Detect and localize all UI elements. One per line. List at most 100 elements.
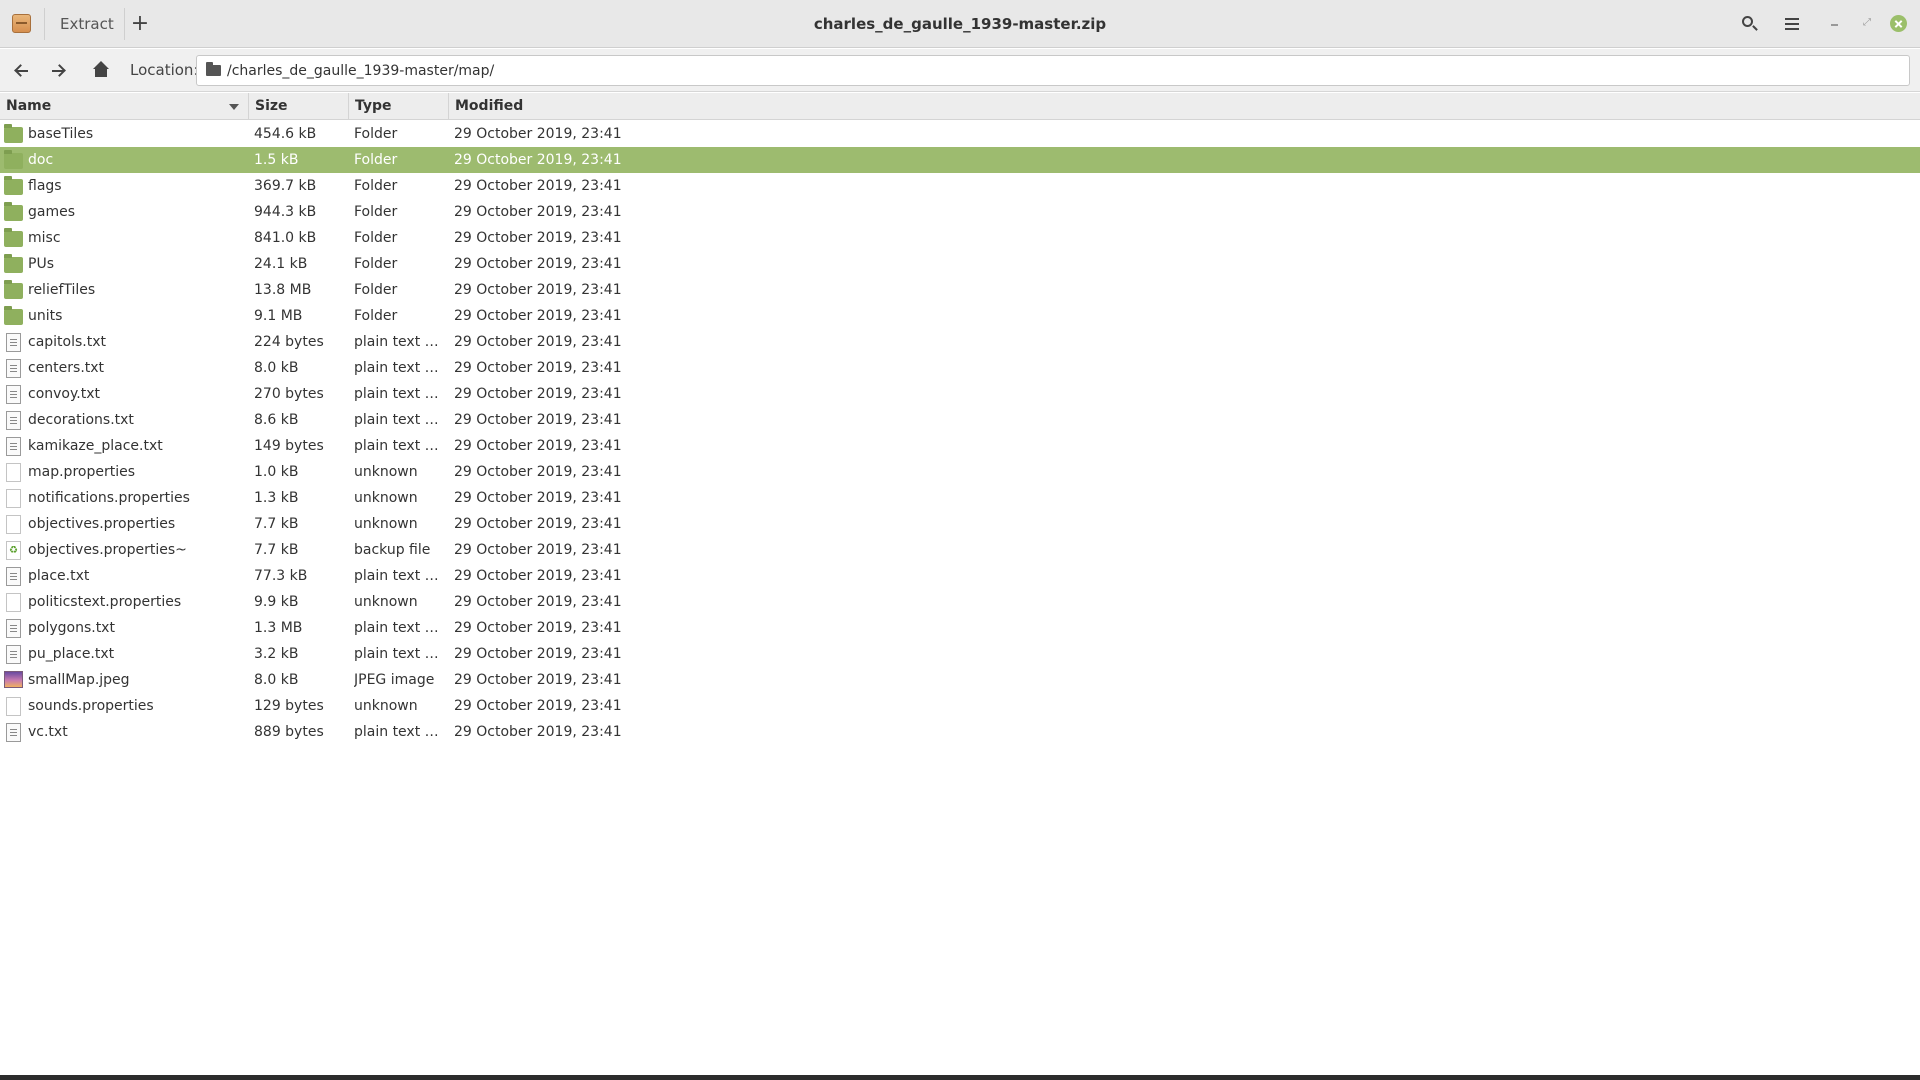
file-name: objectives.properties~: [28, 542, 187, 558]
column-type-header[interactable]: Type: [349, 93, 449, 120]
file-type: unknown: [354, 464, 418, 480]
file-row[interactable]: doc 1.5 kB Folder 29 October 2019, 23:41: [0, 147, 1920, 173]
file-name: baseTiles: [28, 126, 94, 142]
file-type: Folder: [354, 308, 398, 324]
file-modified: 29 October 2019, 23:41: [454, 594, 622, 610]
file-modified: 29 October 2019, 23:41: [454, 464, 622, 480]
file-row[interactable]: decorations.txt 8.6 kB plain text do... 29 …: [0, 407, 1920, 433]
file-size: 149 bytes: [254, 438, 324, 454]
file-name: doc: [28, 152, 54, 168]
file-name: capitols.txt: [28, 334, 107, 350]
file-row[interactable]: baseTiles 454.6 kB Folder 29 October 2019, …: [0, 121, 1920, 147]
file-size: 1.0 kB: [254, 464, 299, 480]
file-size: 454.6 kB: [254, 126, 317, 142]
file-type: JPEG image: [354, 672, 435, 688]
menu-button[interactable]: [1778, 10, 1806, 38]
file-modified: 29 October 2019, 23:41: [454, 282, 622, 298]
location-input[interactable]: [227, 56, 1903, 85]
file-name: reliefTiles: [28, 282, 96, 298]
minimize-button[interactable]: [1826, 14, 1844, 32]
window-bottom-edge: [0, 1075, 1920, 1080]
file-modified: 29 October 2019, 23:41: [454, 438, 622, 454]
file-type: plain text do...: [354, 438, 446, 454]
location-field[interactable]: [196, 55, 1910, 86]
unknown-file-icon: [6, 697, 21, 716]
file-size: 224 bytes: [254, 334, 324, 350]
column-modified-header[interactable]: Modified: [449, 93, 1920, 120]
file-size: 9.9 kB: [254, 594, 299, 610]
file-list: baseTiles 454.6 kB Folder 29 October 2019, …: [0, 121, 1920, 745]
file-type: Folder: [354, 282, 398, 298]
file-modified: 29 October 2019, 23:41: [454, 308, 622, 324]
unknown-file-icon: [6, 463, 21, 482]
folder-icon: [4, 254, 23, 273]
file-type: unknown: [354, 490, 418, 506]
header-separator: [44, 8, 45, 40]
file-row[interactable]: smallMap.jpeg 8.0 kB JPEG image 29 October …: [0, 667, 1920, 693]
file-type: plain text do...: [354, 568, 446, 584]
file-modified: 29 October 2019, 23:41: [454, 178, 622, 194]
file-type: Folder: [354, 230, 398, 246]
file-row[interactable]: notifications.properties 1.3 kB unknown 29 …: [0, 485, 1920, 511]
file-row[interactable]: centers.txt 8.0 kB plain text do... 29 Octo…: [0, 355, 1920, 381]
file-size: 889 bytes: [254, 724, 324, 740]
close-button[interactable]: [1890, 15, 1907, 32]
home-button[interactable]: [86, 56, 116, 86]
file-name: decorations.txt: [28, 412, 134, 428]
file-type: unknown: [354, 698, 418, 714]
file-size: 8.0 kB: [254, 672, 299, 688]
file-name: misc: [28, 230, 61, 246]
file-row[interactable]: flags 369.7 kB Folder 29 October 2019, 23:4…: [0, 173, 1920, 199]
file-row[interactable]: polygons.txt 1.3 MB plain text do... 29 Oct…: [0, 615, 1920, 641]
file-size: 8.0 kB: [254, 360, 299, 376]
file-name: notifications.properties: [28, 490, 190, 506]
file-name: convoy.txt: [28, 386, 100, 402]
column-name-header[interactable]: Name: [0, 93, 249, 120]
back-button[interactable]: [7, 56, 37, 86]
add-files-button[interactable]: +: [126, 8, 154, 40]
file-size: 129 bytes: [254, 698, 324, 714]
file-row[interactable]: ♻ objectives.properties~ 7.7 kB backup file…: [0, 537, 1920, 563]
folder-icon: [4, 176, 23, 195]
unknown-file-icon: [6, 593, 21, 612]
file-row[interactable]: map.properties 1.0 kB unknown 29 October 20…: [0, 459, 1920, 485]
archive-icon: [12, 14, 31, 33]
forward-button[interactable]: [43, 56, 73, 86]
file-type: plain text do...: [354, 646, 446, 662]
file-modified: 29 October 2019, 23:41: [454, 646, 622, 662]
column-size-header[interactable]: Size: [249, 93, 349, 120]
file-row[interactable]: reliefTiles 13.8 MB Folder 29 October 2019,…: [0, 277, 1920, 303]
file-type: plain text do...: [354, 334, 446, 350]
file-row[interactable]: capitols.txt 224 bytes plain text do... 29 …: [0, 329, 1920, 355]
file-modified: 29 October 2019, 23:41: [454, 672, 622, 688]
file-row[interactable]: politicstext.properties 9.9 kB unknown 29 O…: [0, 589, 1920, 615]
file-row[interactable]: kamikaze_place.txt 149 bytes plain text do…: [0, 433, 1920, 459]
extract-button[interactable]: Extract: [46, 8, 128, 40]
file-row[interactable]: objectives.properties 7.7 kB unknown 29 Oct…: [0, 511, 1920, 537]
text-file-icon: [6, 411, 21, 430]
file-row[interactable]: sounds.properties 129 bytes unknown 29 Octo…: [0, 693, 1920, 719]
file-name: objectives.properties: [28, 516, 176, 532]
image-file-icon: [4, 671, 23, 688]
file-name: map.properties: [28, 464, 135, 480]
file-modified: 29 October 2019, 23:41: [454, 568, 622, 584]
file-row[interactable]: PUs 24.1 kB Folder 29 October 2019, 23:41: [0, 251, 1920, 277]
file-row[interactable]: convoy.txt 270 bytes plain text do... 29 Oc…: [0, 381, 1920, 407]
search-button[interactable]: [1736, 10, 1764, 38]
file-row[interactable]: pu_place.txt 3.2 kB plain text do... 29 Oct…: [0, 641, 1920, 667]
file-row[interactable]: misc 841.0 kB Folder 29 October 2019, 23:41: [0, 225, 1920, 251]
file-row[interactable]: units 9.1 MB Folder 29 October 2019, 23:41: [0, 303, 1920, 329]
file-type: plain text do...: [354, 386, 446, 402]
file-size: 24.1 kB: [254, 256, 308, 272]
file-row[interactable]: place.txt 77.3 kB plain text do... 29 Octob…: [0, 563, 1920, 589]
file-size: 13.8 MB: [254, 282, 312, 298]
file-modified: 29 October 2019, 23:41: [454, 620, 622, 636]
maximize-button[interactable]: ⤢: [1858, 14, 1876, 32]
file-size: 77.3 kB: [254, 568, 308, 584]
file-size: 9.1 MB: [254, 308, 303, 324]
file-type: plain text do...: [354, 620, 446, 636]
file-size: 1.3 kB: [254, 490, 299, 506]
file-name: flags: [28, 178, 62, 194]
file-row[interactable]: games 944.3 kB Folder 29 October 2019, 23:4…: [0, 199, 1920, 225]
file-row[interactable]: vc.txt 889 bytes plain text do... 29 Octobe…: [0, 719, 1920, 745]
